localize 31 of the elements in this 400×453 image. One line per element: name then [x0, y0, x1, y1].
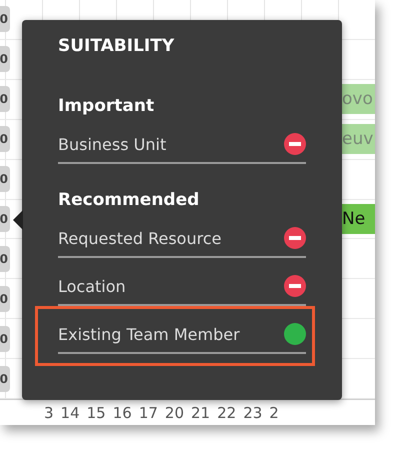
day-label: 20 — [164, 404, 184, 422]
task-bar[interactable]: ovo — [342, 84, 375, 114]
day-label: 14 — [60, 404, 80, 422]
count-badge: 0 — [0, 166, 10, 192]
count-badge: 0 — [0, 286, 10, 312]
task-bar[interactable]: euv — [342, 124, 375, 154]
count-badge: 0 — [0, 126, 10, 152]
day-label: 17 — [138, 404, 158, 422]
criterion-label: Business Unit — [58, 134, 166, 154]
count-badge: 0 — [0, 6, 10, 32]
count-badge: 0 — [0, 206, 10, 232]
count-badge: 0 — [0, 366, 10, 392]
count-badge: 0 — [0, 46, 10, 72]
day-label: 21 — [191, 404, 210, 422]
criterion-label: Existing Team Member — [58, 324, 240, 344]
count-badge: 0 — [0, 246, 10, 272]
task-bar[interactable]: Ne — [342, 204, 375, 234]
criterion-label: Requested Resource — [58, 228, 222, 248]
criterion-label: Location — [58, 276, 126, 296]
day-label: 15 — [86, 404, 106, 422]
group-heading: Recommended — [58, 190, 200, 210]
count-badge: 0 — [0, 326, 10, 352]
day-label: 2 — [269, 404, 279, 422]
day-label: 23 — [243, 404, 262, 422]
pointer-icon — [13, 210, 23, 230]
tooltip-title: SUITABILITY — [58, 36, 176, 56]
count-badge: 0 — [0, 86, 10, 112]
group-heading: Important — [58, 96, 156, 116]
day-label: 22 — [217, 404, 236, 422]
day-label: 3 — [44, 404, 54, 422]
day-label: 16 — [112, 404, 132, 422]
